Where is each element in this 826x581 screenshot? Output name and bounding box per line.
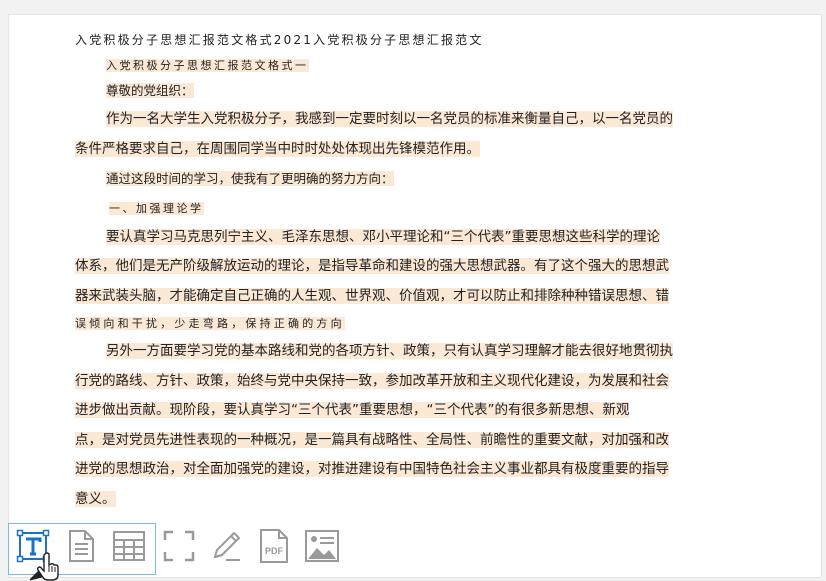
- paragraph-3-line-3: 器来武装头脑，才能确定自己正确的人生观、世界观、价值观，才可以防止和排除种种错误…: [75, 287, 669, 304]
- pencil-icon: [213, 531, 241, 561]
- paragraph-4-line-1: 另外一方面要学习党的基本路线和党的各项方针、政策，只有认真学习理解才能去很好地贯…: [106, 343, 673, 359]
- paragraph-1-line-2: 条件严格要求自己，在周围同学当中时时处处体现出先锋模范作用。: [75, 140, 480, 157]
- paragraph-3-line-1: 要认真学习马克思列宁主义、毛泽东思想、邓小平理论和“三个代表”重要思想这些科学的…: [106, 228, 660, 245]
- paragraph-1-line-1: 作为一名大学生入党积极分子，我感到一定要时刻以一名党员的标准来衡量自己，以一名党…: [106, 111, 673, 127]
- image-tool-button[interactable]: [303, 525, 341, 567]
- salutation: 尊敬的党组织：: [106, 83, 194, 98]
- document-icon: [69, 530, 94, 562]
- paragraph-4-line-5: 进党的思想政治，对全面加强党的建设，对推进建设有中国特色社会主义事业都具有极度重…: [75, 461, 669, 477]
- document-page: 入党积极分子思想汇报范文格式2021入党积极分子思想汇报范文 入党积极分子思想汇…: [8, 14, 822, 578]
- edit-tool-button[interactable]: [207, 525, 245, 567]
- paragraph-4-line-4: 点，是对党员先进性表现的一种概况，是一篇具有战略性、全局性、前瞻性的重要文献，对…: [75, 431, 669, 448]
- heading-1: 一、加强理论学: [109, 201, 204, 215]
- paragraph-4-line-3: 进步做出贡献。现阶段，要认真学习“三个代表”重要思想，“三个代表”的有很多新思想…: [75, 402, 630, 418]
- pdf-icon-label: PDF: [265, 546, 284, 556]
- table-tool-button[interactable]: [110, 525, 148, 567]
- pdf-tool-button[interactable]: PDF: [255, 525, 293, 567]
- document-subtitle: 入党积极分子思想汇报范文格式一: [106, 59, 309, 72]
- paragraph-4-line-6: 意义。: [75, 490, 116, 507]
- document-title: 入党积极分子思想汇报范文格式2021入党积极分子思想汇报范文: [75, 33, 484, 47]
- crop-tool-button[interactable]: [160, 525, 198, 567]
- paragraph-3-line-2: 体系，他们是无产阶级解放运动的理论，是指导革命和建设的强大思想武器。有了这个强大…: [75, 258, 669, 274]
- document-content: 入党积极分子思想汇报范文格式2021入党积极分子思想汇报范文 入党积极分子思想汇…: [75, 31, 755, 514]
- paragraph-4-line-2: 行党的路线、方针、政策，始终与党中央保持一致，参加改革开放和主义现代化建设，为发…: [75, 372, 669, 389]
- bottom-toolbar: PDF: [0, 521, 826, 581]
- hand-cursor-icon: [30, 552, 59, 581]
- paragraph-2: 通过这段时间的学习，使我有了更明确的努力方向：: [106, 171, 394, 186]
- document-tool-button[interactable]: [62, 525, 100, 567]
- image-icon: [305, 530, 339, 562]
- table-icon: [113, 531, 145, 561]
- fullscreen-crop-icon: [163, 530, 195, 562]
- pdf-icon: PDF: [260, 529, 288, 563]
- paragraph-3-line-4: 误倾向和干扰，少走弯路，保持正确的方向: [75, 317, 345, 330]
